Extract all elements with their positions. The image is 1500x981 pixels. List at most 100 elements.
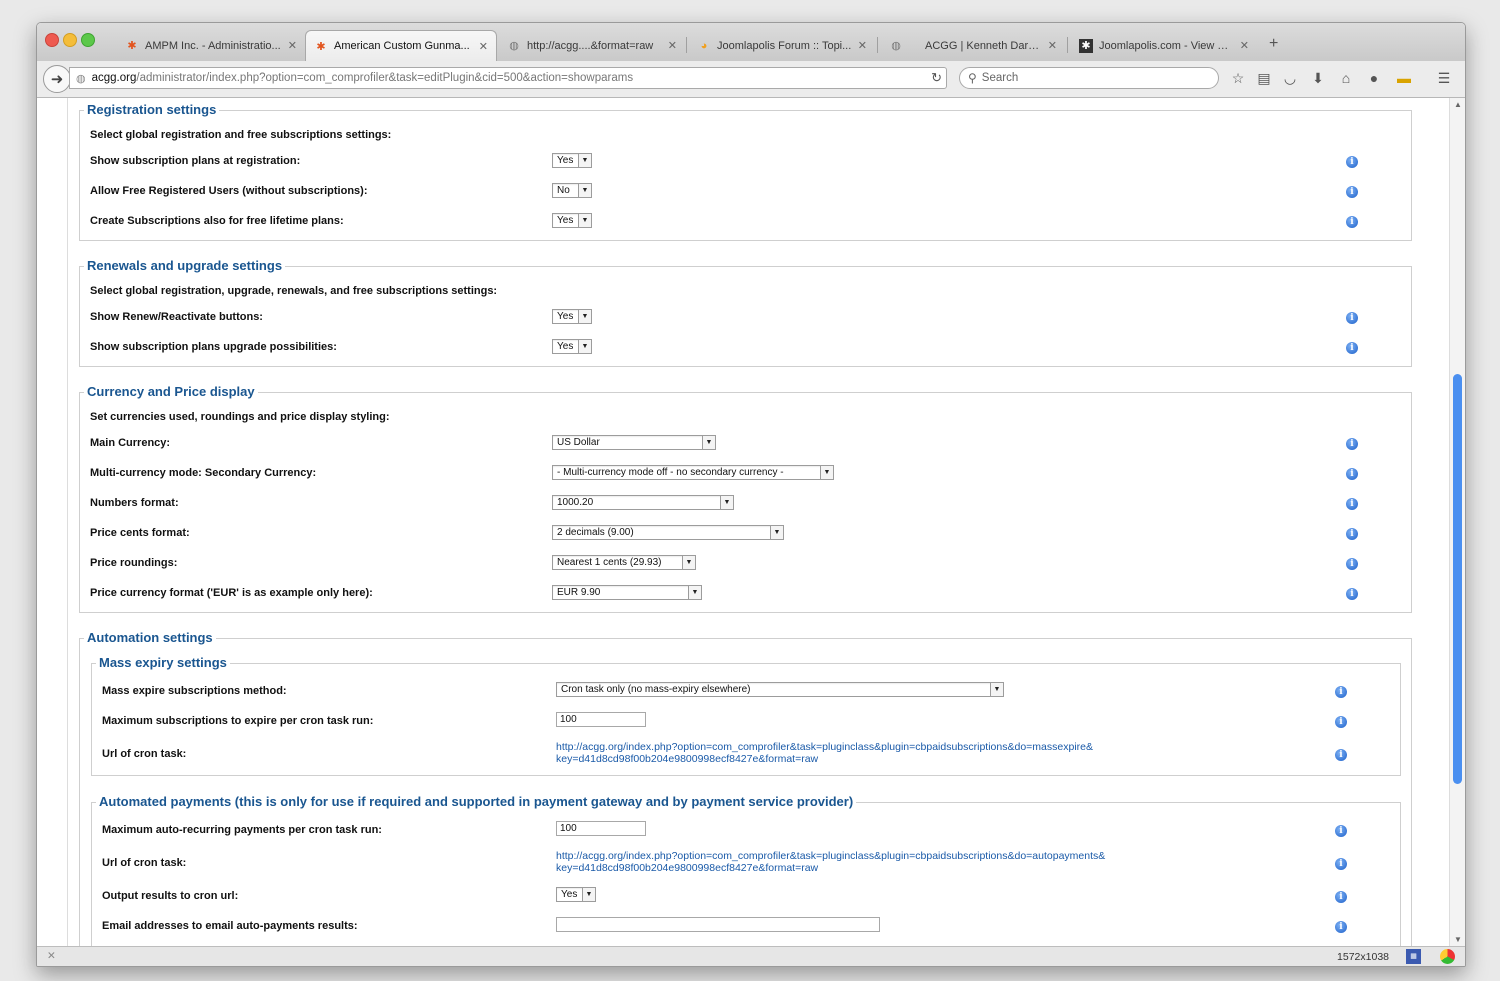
page-scrollbar[interactable]: ▲ ▼ [1449,98,1465,946]
tab-acgg-raw[interactable]: ◍ http://acgg....&format=raw ✕ [499,30,685,61]
home-icon[interactable]: ⌂ [1337,69,1355,87]
addon-icon[interactable]: ▦ [1406,949,1421,964]
field-label: Email addresses to email auto-payments r… [102,920,358,932]
field-label: Show subscription plans upgrade possibil… [90,341,337,353]
tab-ampm[interactable]: ✱ AMPM Inc. - Administratio... ✕ [117,30,305,61]
select-value: No [557,185,570,196]
info-icon[interactable]: i [1346,312,1358,324]
price-cents-format-select[interactable]: 2 decimals (9.00) ▼ [552,525,784,540]
main-currency-select[interactable]: US Dollar ▼ [552,435,716,450]
info-icon[interactable]: i [1346,438,1358,450]
info-icon[interactable]: i [1346,528,1358,540]
dropdown-arrow-icon: ▼ [578,184,591,197]
info-icon[interactable]: i [1335,749,1347,761]
page-content: Registration settings Select global regi… [37,98,1449,946]
info-icon[interactable]: i [1346,558,1358,570]
section-title: Renewals and upgrade settings [84,258,286,273]
close-window-button[interactable] [45,33,59,47]
show-plans-at-registration-select[interactable]: Yes ▼ [552,153,592,168]
info-icon[interactable]: i [1335,921,1347,933]
mass-expire-method-select[interactable]: Cron task only (no mass-expiry elsewhere… [556,682,1004,697]
download-icon[interactable]: ⬇ [1309,69,1327,87]
show-renew-buttons-select[interactable]: Yes ▼ [552,309,592,324]
menu-icon[interactable]: ☰ [1435,69,1453,87]
tab-american-custom[interactable]: ✱ American Custom Gunma... ✕ [305,30,497,61]
dropdown-arrow-icon: ▼ [770,526,783,539]
tab-separator [686,37,687,53]
close-icon[interactable]: ✕ [479,40,488,53]
output-results-select[interactable]: Yes ▼ [556,887,596,902]
color-wheel-icon[interactable] [1440,949,1455,964]
info-icon[interactable]: i [1346,186,1358,198]
url-bar[interactable]: ◍ acgg.org/administrator/index.php?optio… [69,67,947,89]
scroll-down-icon[interactable]: ▼ [1454,935,1462,944]
secondary-currency-select[interactable]: - Multi-currency mode off - no secondary… [552,465,834,480]
section-description: Set currencies used, roundings and price… [90,411,390,423]
select-value: 2 decimals (9.00) [557,527,634,538]
tab-label: http://acgg....&format=raw [527,39,654,52]
dropdown-arrow-icon: ▼ [578,310,591,323]
mass-expire-cron-url[interactable]: http://acgg.org/index.php?option=com_com… [556,741,1093,765]
tab-joomlapolis-view[interactable]: ✱ Joomlapolis.com - View Ti... ✕ [1071,30,1257,61]
numbers-format-select[interactable]: 1000.20 ▼ [552,495,734,510]
price-roundings-select[interactable]: Nearest 1 cents (29.93) ▼ [552,555,696,570]
info-icon[interactable]: i [1335,686,1347,698]
max-auto-payments-input[interactable] [556,821,646,836]
create-subscriptions-free-select[interactable]: Yes ▼ [552,213,592,228]
close-icon[interactable]: ✕ [288,39,297,52]
show-upgrade-possibilities-select[interactable]: Yes ▼ [552,339,592,354]
info-icon[interactable]: i [1346,342,1358,354]
pocket-icon[interactable]: ◡ [1281,69,1299,87]
info-icon[interactable]: i [1346,156,1358,168]
info-icon[interactable]: i [1346,498,1358,510]
extension-icon[interactable]: ▬ [1395,69,1413,87]
dropdown-arrow-icon: ▼ [582,888,595,901]
allow-free-registered-select[interactable]: No ▼ [552,183,592,198]
info-icon[interactable]: i [1346,216,1358,228]
max-expire-per-run-input[interactable] [556,712,646,727]
info-icon[interactable]: i [1346,588,1358,600]
info-icon[interactable]: i [1335,891,1347,903]
tab-label: AMPM Inc. - Administratio... [145,39,281,52]
joomla-icon: ✱ [127,40,137,52]
url-line: key=d41d8cd98f00b204e9800998ecf8427e&for… [556,753,819,765]
close-icon[interactable]: ✕ [1048,39,1057,52]
search-input[interactable]: ⚲ Search [959,67,1219,89]
auto-payments-cron-url[interactable]: http://acgg.org/index.php?option=com_com… [556,850,1105,874]
results-email-input[interactable] [556,917,880,932]
minimize-window-button[interactable] [63,33,77,47]
close-addon-bar-icon[interactable]: ✕ [47,950,56,962]
info-icon[interactable]: i [1335,825,1347,837]
close-icon[interactable]: ✕ [858,39,867,52]
url-line: http://acgg.org/index.php?option=com_com… [556,741,1093,753]
tab-joomlapolis-forum[interactable]: ◕ Joomlapolis Forum :: Topi... ✕ [689,30,875,61]
registration-settings-section: Registration settings Select global regi… [79,102,1412,241]
dropdown-arrow-icon: ▼ [820,466,833,479]
reading-list-icon[interactable]: ▤ [1255,69,1273,87]
info-icon[interactable]: i [1335,716,1347,728]
field-label: Show Renew/Reactivate buttons: [90,311,263,323]
scrollbar-thumb[interactable] [1453,374,1462,784]
currency-settings-section: Currency and Price display Set currencie… [79,384,1412,613]
scroll-up-icon[interactable]: ▲ [1454,100,1462,109]
field-label: Url of cron task: [102,748,187,760]
back-button[interactable]: ➜ [43,65,71,93]
zoom-window-button[interactable] [81,33,95,47]
url-host: acgg.org [91,72,137,84]
info-icon[interactable]: i [1346,468,1358,480]
settings-page: Registration settings Select global regi… [67,98,1443,946]
chat-icon[interactable]: ● [1365,69,1383,87]
close-icon[interactable]: ✕ [668,39,677,52]
close-icon[interactable]: ✕ [1240,39,1249,52]
subsection-title: Automated payments (this is only for use… [96,794,857,809]
reload-icon[interactable]: ↻ [931,70,942,86]
price-currency-format-select[interactable]: EUR 9.90 ▼ [552,585,702,600]
bookmark-star-icon[interactable]: ☆ [1229,69,1247,87]
browser-window: ✱ AMPM Inc. - Administratio... ✕ ✱ Ameri… [36,22,1466,967]
info-icon[interactable]: i [1335,858,1347,870]
tab-acgg-kenneth[interactable]: ◍ ACGG | Kenneth Darr Jr ✕ [881,30,1065,61]
globe-icon: ◍ [509,40,519,52]
new-tab-button[interactable]: + [1269,35,1278,53]
field-label: Price currency format ('EUR' is as examp… [90,587,373,599]
renewals-settings-section: Renewals and upgrade settings Select glo… [79,258,1412,367]
